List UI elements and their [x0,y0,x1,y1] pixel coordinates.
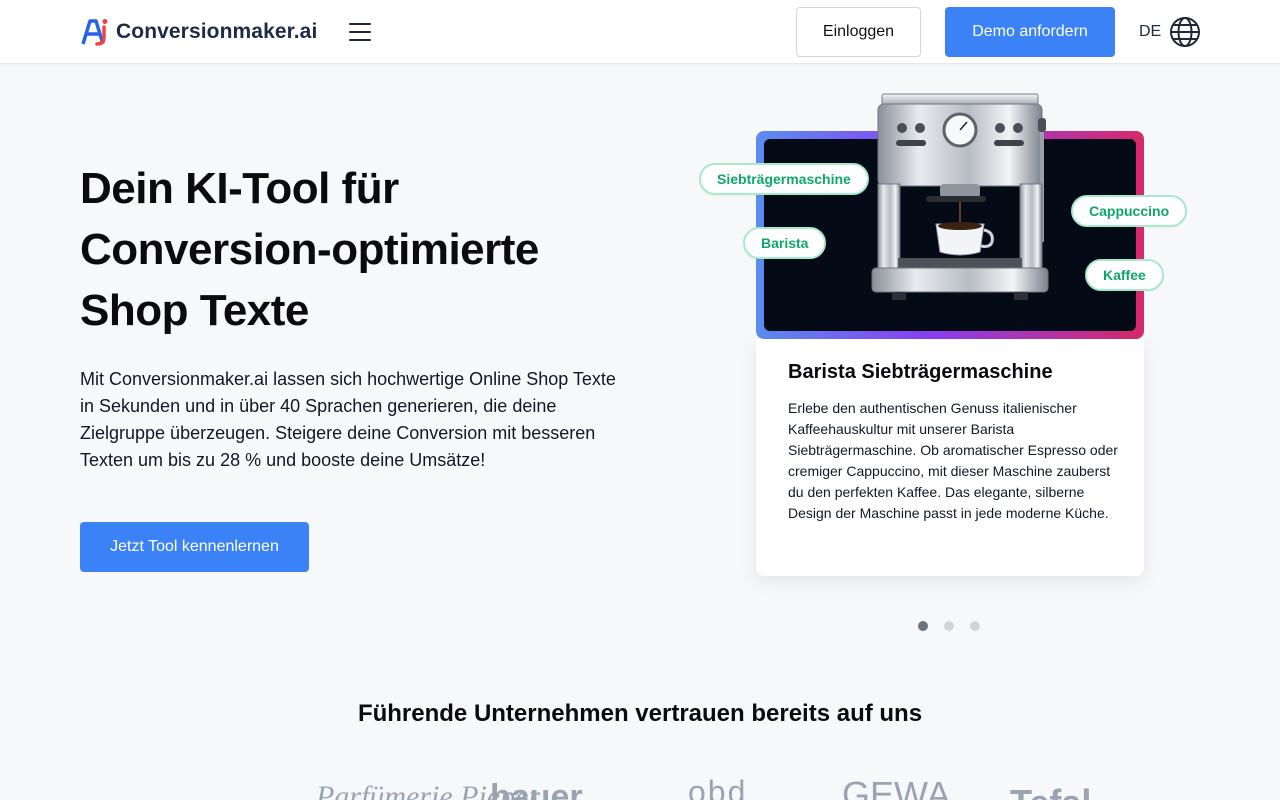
customer-logo: bauer [490,778,583,800]
keyword-chip: Kaffee [1085,259,1164,291]
language-code: DE [1139,23,1162,40]
keyword-chip: Barista [743,227,827,259]
product-description: Erlebe den authentischen Genuss italieni… [788,400,1118,521]
keyword-chip: Siebträgermaschine [699,163,869,195]
language-selector[interactable]: DE [1139,16,1201,48]
carousel-dot[interactable] [944,621,954,631]
hero-title-line: Conversion-optimierte [80,225,539,274]
login-button[interactable]: Einloggen [796,7,921,57]
customer-logo: GEWA [842,774,951,800]
hero-title-line: Shop Texte [80,286,309,335]
globe-icon [1170,17,1201,47]
product-title: Barista Siebträgermaschine [788,361,1053,383]
hamburger-menu-icon[interactable] [348,20,372,44]
customer-logo: obd [688,774,748,800]
customer-logo: Tefal [1010,782,1091,800]
hero-description: Mit Conversionmaker.ai lassen sich hochw… [80,369,616,470]
carousel-dot[interactable] [970,621,980,631]
logo[interactable]: Conversionmaker.ai [80,16,317,48]
product-text-card: Barista Siebträgermaschine Erlebe den au… [756,339,1144,576]
logo-mark-icon [81,19,108,46]
trust-section-title: Führende Unternehmen vertrauen bereits a… [357,700,923,727]
espresso-machine-image [871,93,1049,300]
hero-title-line: Dein KI-Tool für [80,164,399,213]
hero-title: Dein KI-Tool für Conversion-optimierte S… [80,158,640,341]
keyword-chip: Cappuccino [1071,195,1188,227]
try-tool-button[interactable]: Jetzt Tool kennenlernen [80,522,309,572]
demo-request-button[interactable]: Demo anfordern [945,7,1115,57]
site-header: Conversionmaker.ai Einloggen Demo anford… [0,0,1280,64]
customer-logos: Parfümerie Pieper bauer obd GEWA Tefal [0,770,1280,800]
carousel-dot[interactable] [918,621,928,631]
carousel-pagination [918,621,980,631]
logo-text: Conversionmaker.ai [116,20,318,43]
